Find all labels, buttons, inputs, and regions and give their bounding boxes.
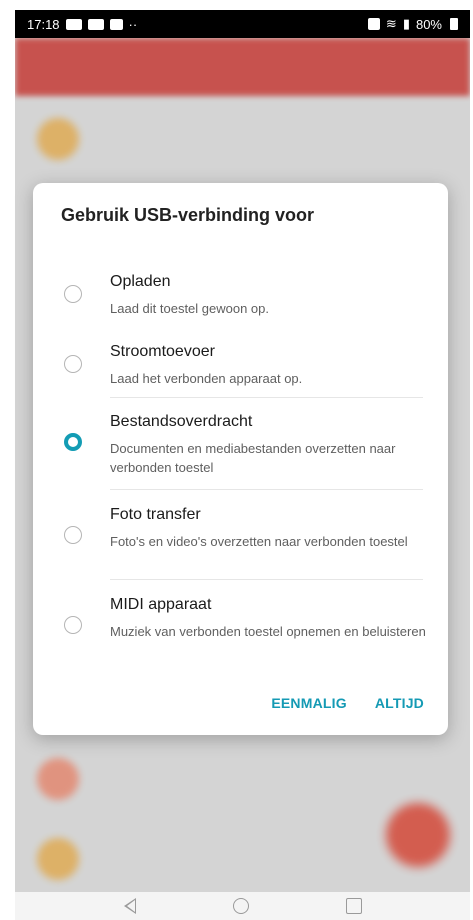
back-icon[interactable] bbox=[123, 898, 136, 914]
option-description: Laad het verbonden apparaat op. bbox=[110, 371, 303, 386]
more-icon: ·· bbox=[128, 16, 138, 32]
video-icon bbox=[65, 18, 82, 30]
battery-level: 80% bbox=[415, 16, 442, 32]
divider bbox=[110, 397, 423, 398]
navigation-bar bbox=[15, 892, 470, 920]
divider bbox=[110, 579, 423, 580]
status-time: 17:18 bbox=[27, 16, 60, 32]
radio-button[interactable] bbox=[64, 616, 82, 634]
option-description: Documenten en mediabestanden overzetten … bbox=[110, 441, 396, 475]
option-opladen[interactable]: Opladen Laad dit toestel gewoon op. bbox=[33, 271, 448, 331]
option-midi-apparaat[interactable]: MIDI apparaat Muziek van verbonden toest… bbox=[33, 594, 448, 674]
option-title: Foto transfer bbox=[110, 506, 201, 523]
radio-button[interactable] bbox=[64, 526, 82, 544]
option-bestandsoverdracht[interactable]: Bestandsoverdracht Documenten en mediabe… bbox=[33, 411, 448, 491]
option-title: Stroomtoevoer bbox=[110, 343, 215, 360]
news-icon bbox=[87, 18, 104, 30]
divider bbox=[110, 489, 423, 490]
option-title: Bestandsoverdracht bbox=[110, 413, 253, 430]
status-left: 17:18 ·· bbox=[27, 17, 137, 32]
once-button[interactable]: EENMALIG bbox=[271, 695, 347, 711]
home-icon[interactable] bbox=[232, 898, 249, 914]
radio-button-selected[interactable] bbox=[64, 433, 82, 451]
option-foto-transfer[interactable]: Foto transfer Foto's en video's overzett… bbox=[33, 504, 448, 584]
usb-mode-dialog: Gebruik USB-verbinding voor Opladen Laad… bbox=[33, 183, 448, 735]
mail-icon bbox=[109, 18, 123, 30]
option-description: Muziek van verbonden toestel opnemen en … bbox=[110, 624, 426, 639]
always-button[interactable]: ALTIJD bbox=[375, 695, 424, 711]
radio-button[interactable] bbox=[64, 285, 82, 303]
option-description: Foto's en video's overzetten naar verbon… bbox=[110, 534, 408, 549]
dialog-title: Gebruik USB-verbinding voor bbox=[61, 205, 315, 225]
option-stroomtoevoer[interactable]: Stroomtoevoer Laad het verbonden apparaa… bbox=[33, 341, 448, 401]
wifi-icon: ≋ bbox=[385, 16, 397, 31]
status-bar: 17:18 ·· ≋ ▮ 80% bbox=[15, 10, 470, 38]
battery-icon bbox=[450, 18, 458, 30]
dialog-actions: EENMALIG ALTIJD bbox=[271, 695, 424, 711]
option-title: Opladen bbox=[110, 273, 171, 290]
option-description: Laad dit toestel gewoon op. bbox=[110, 301, 270, 316]
radio-button[interactable] bbox=[64, 355, 82, 373]
nfc-icon bbox=[367, 18, 380, 30]
signal-icon: ▮ bbox=[402, 16, 410, 31]
recents-icon[interactable] bbox=[345, 898, 362, 914]
status-right: ≋ ▮ 80% bbox=[367, 16, 458, 32]
option-title: MIDI apparaat bbox=[110, 596, 212, 613]
